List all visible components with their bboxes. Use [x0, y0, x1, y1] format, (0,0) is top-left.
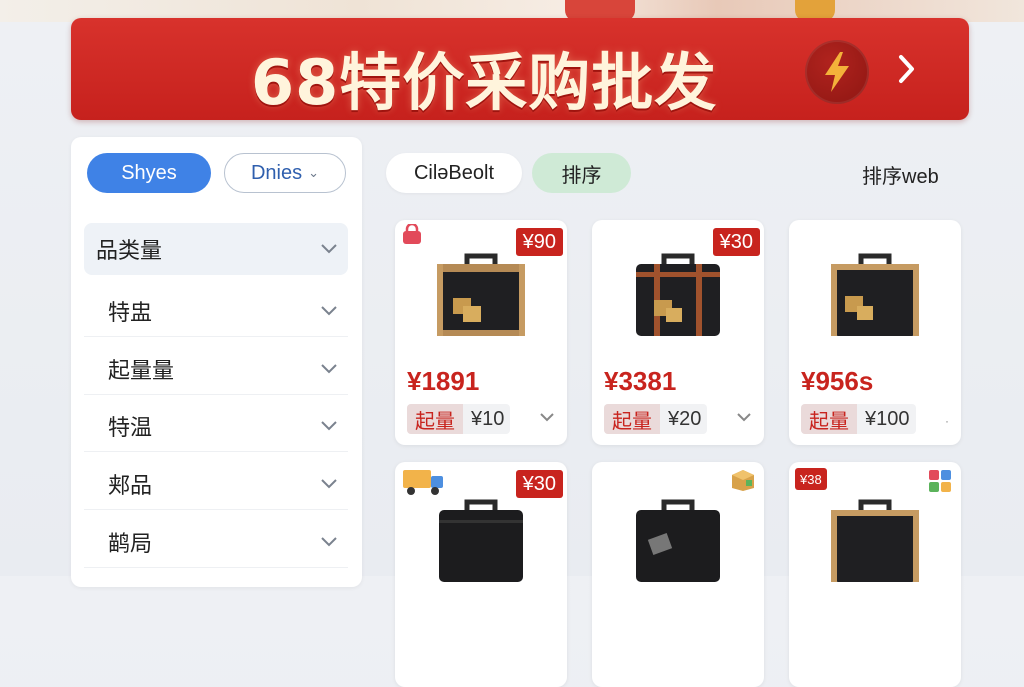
suitcase-image: [831, 253, 919, 336]
promo-banner[interactable]: 68特价采购批发: [71, 18, 969, 120]
moq-row: 起量 ¥20: [604, 404, 708, 434]
filter-row-category[interactable]: 品类量: [84, 223, 348, 275]
dot-icon: ·: [945, 414, 949, 428]
filter-row-label: 郏品: [108, 472, 153, 498]
filter-row-item[interactable]: 特温: [84, 400, 348, 452]
moq-value: ¥20: [668, 407, 702, 430]
chevron-right-icon[interactable]: [896, 51, 918, 87]
suitcase-image: [439, 499, 523, 582]
chevron-down-icon: [321, 363, 337, 373]
suitcase-image: [437, 253, 525, 336]
delivery-truck-icon: [403, 470, 443, 495]
filter-row-label: 品类量: [96, 238, 163, 263]
moq-label: 起量: [407, 404, 463, 434]
colorful-app-icon: [929, 470, 951, 492]
toolbar-filter-pill[interactable]: CiləBeolt: [386, 153, 522, 193]
chevron-down-icon: ⌄: [308, 165, 320, 180]
moq-label: 起量: [801, 404, 857, 434]
product-price: ¥1891: [407, 366, 480, 396]
lock-badge-icon: [403, 224, 421, 244]
filter-row-item[interactable]: 郏品: [84, 458, 348, 510]
product-card[interactable]: ¥90 ¥1891 起量 ¥10: [395, 220, 567, 445]
filter-row-label: 鹋局: [108, 530, 153, 556]
chevron-down-icon: [321, 305, 337, 315]
suitcase-image: [636, 499, 720, 582]
filter-pill-dropdown[interactable]: Dnies ⌄: [224, 153, 346, 193]
chevron-down-icon: [321, 478, 337, 488]
filter-pill-primary[interactable]: Shyes: [87, 153, 211, 193]
filter-row-item[interactable]: 鹋局: [84, 516, 348, 568]
moq-row: 起量 ¥10: [407, 404, 511, 434]
product-card[interactable]: ¥30: [395, 462, 567, 687]
filter-pill-dropdown-label: Dnies: [250, 161, 303, 184]
filter-row-item[interactable]: 特盅: [84, 285, 348, 337]
product-price: ¥3381: [604, 366, 677, 396]
suitcase-image: [831, 499, 919, 582]
price-tag-badge: ¥30: [515, 470, 563, 498]
chevron-down-icon: [321, 244, 337, 254]
lightning-icon[interactable]: [805, 40, 869, 104]
chevron-down-icon[interactable]: [736, 412, 752, 422]
filter-row-label: 起量量: [108, 357, 175, 383]
chevron-down-icon: [321, 536, 337, 546]
moq-label: 起量: [604, 404, 660, 434]
chevron-down-icon: [321, 420, 337, 430]
product-card[interactable]: [592, 462, 764, 687]
product-card[interactable]: ¥30 ¥3381 起量 ¥20: [592, 220, 764, 445]
product-card[interactable]: ¥38: [789, 462, 961, 687]
moq-row: 起量 ¥100: [801, 404, 916, 434]
moq-value: ¥10: [471, 407, 505, 430]
chevron-down-icon[interactable]: [539, 412, 555, 422]
filter-row-item[interactable]: 起量量: [84, 343, 348, 395]
filter-row-label: 特盅: [108, 299, 153, 325]
box-icon: [732, 470, 754, 491]
filter-row-label: 特温: [108, 414, 153, 440]
banner-title: 68特价采购批发: [251, 46, 718, 119]
suitcase-image: [636, 253, 720, 336]
moq-value: ¥100: [865, 407, 910, 430]
filter-sidebar: Shyes Dnies ⌄ 品类量 特盅 起量量 特温 郏品 鹋局: [71, 137, 362, 587]
sort-web-link[interactable]: 排序web: [862, 160, 939, 189]
product-price: ¥956s: [801, 366, 874, 396]
product-card[interactable]: ¥956s 起量 ¥100 ·: [789, 220, 961, 445]
price-tag-badge: ¥38: [795, 468, 827, 490]
sort-pill[interactable]: 排序: [532, 153, 631, 193]
